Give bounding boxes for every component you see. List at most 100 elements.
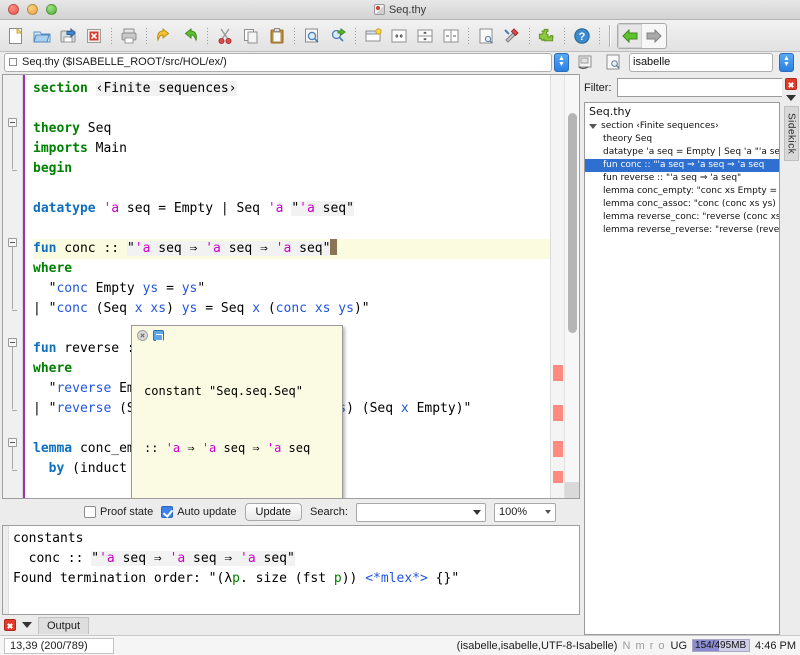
cut-icon[interactable] — [213, 24, 237, 48]
svg-text:?: ? — [579, 31, 586, 43]
buffer-status-icon — [9, 58, 17, 66]
chevron-down-icon[interactable] — [589, 124, 597, 129]
toolbar-separator — [564, 28, 565, 44]
search-input[interactable] — [356, 503, 486, 522]
help-icon[interactable]: ? — [570, 24, 594, 48]
auto-update-checkbox[interactable]: Auto update — [161, 506, 236, 518]
buffer-path-dropdown-arrow[interactable]: ▲▼ — [554, 53, 569, 72]
tree-item[interactable]: lemma conc_assoc: "conc (conc xs ys) z — [585, 198, 779, 211]
scrollbar-corner — [565, 482, 579, 498]
chevron-down-icon[interactable] — [473, 510, 481, 515]
tree-item[interactable]: lemma reverse_reverse: "reverse (revers — [585, 224, 779, 237]
paste-icon[interactable] — [265, 24, 289, 48]
find-icon[interactable] — [300, 24, 324, 48]
error-marker[interactable] — [553, 471, 563, 483]
text-caret — [330, 239, 337, 255]
tree-items[interactable]: section ‹Finite sequences›theory Seqdata… — [585, 120, 779, 237]
find-replace-icon[interactable] — [326, 24, 350, 48]
proof-state-label: Proof state — [100, 506, 153, 518]
scrollbar-thumb[interactable] — [568, 113, 577, 333]
save-icon[interactable] — [56, 24, 80, 48]
close-icon[interactable] — [785, 78, 797, 90]
zoom-select-value: 100% — [499, 506, 527, 518]
structure-tree[interactable]: Seq.thy section ‹Finite sequences›theory… — [584, 102, 780, 635]
editor-vertical-scrollbar[interactable] — [564, 75, 579, 498]
error-marker[interactable] — [553, 441, 563, 457]
proof-state-checkbox-box[interactable] — [84, 506, 96, 518]
auto-update-checkbox-box[interactable] — [161, 506, 173, 518]
status-bar: 13,39 (200/789) (isabelle,isabelle,UTF-8… — [0, 635, 800, 655]
code-line: conc :: "'a seq ⇒ 'a seq ⇒ 'a seq" — [13, 549, 579, 569]
proof-state-checkbox[interactable]: Proof state — [84, 506, 153, 518]
tree-item[interactable]: fun conc :: "'a seq ⇒ 'a seq ⇒ 'a seq — [585, 159, 779, 172]
close-icon[interactable] — [137, 330, 148, 341]
search-label: Search: — [310, 506, 348, 518]
error-marker[interactable] — [553, 405, 563, 421]
undo-icon[interactable] — [152, 24, 176, 48]
code-line — [33, 179, 550, 199]
error-marker[interactable] — [553, 365, 563, 381]
redo-icon[interactable] — [178, 24, 202, 48]
plugin-manager-icon[interactable] — [535, 24, 559, 48]
code-line: where — [33, 259, 550, 279]
print-icon[interactable] — [117, 24, 141, 48]
copy-icon[interactable] — [239, 24, 263, 48]
memory-text: 154/495MB — [695, 640, 746, 651]
tooltip-popup[interactable]: constant "Seq.seq.Seq" :: 'a ⇒ 'a seq ⇒ … — [131, 325, 343, 498]
window-title: Seq.thy — [0, 4, 800, 16]
code-line: "conc Empty ys = ys" — [33, 279, 550, 299]
fold-marker[interactable] — [8, 238, 18, 247]
caret-position: 13,39 (200/789) — [4, 638, 114, 654]
fold-marker[interactable] — [8, 118, 18, 127]
forward-arrow-icon[interactable] — [642, 24, 666, 48]
tab-output[interactable]: Output — [38, 617, 89, 634]
page-setup-icon[interactable] — [474, 24, 498, 48]
filter-input[interactable] — [617, 78, 800, 97]
back-arrow-icon[interactable] — [618, 24, 642, 48]
right-dock-strip: Sidekick — [782, 74, 800, 635]
close-icon[interactable] — [4, 619, 16, 631]
new-view-icon[interactable] — [361, 24, 385, 48]
options-icon[interactable] — [601, 50, 625, 74]
code-line: begin — [33, 159, 550, 179]
parser-select[interactable]: isabelle — [629, 53, 773, 72]
tree-item[interactable]: datatype 'a seq = Empty | Seq 'a "'a se — [585, 146, 779, 159]
text-area[interactable]: section ‹Finite sequences› theory Seqimp… — [23, 75, 550, 498]
tree-item[interactable]: fun reverse :: "'a seq ⇒ 'a seq" — [585, 172, 779, 185]
unsplit-icon[interactable] — [387, 24, 411, 48]
code-line: Found termination order: "(λp. size (fst… — [13, 569, 579, 589]
open-folder-icon[interactable] — [30, 24, 54, 48]
split-horizontal-icon[interactable] — [413, 24, 437, 48]
chevron-down-icon[interactable] — [22, 622, 32, 628]
main-body: section ‹Finite sequences› theory Seqimp… — [0, 74, 800, 635]
main-toolbar: ? — [0, 20, 800, 52]
buffer-path-combo[interactable]: Seq.thy ($ISABELLE_ROOT/src/HOL/ex/) — [4, 53, 552, 72]
editor-pane: section ‹Finite sequences› theory Seqimp… — [2, 74, 580, 499]
split-vertical-icon[interactable] — [439, 24, 463, 48]
zoom-select[interactable]: 100% — [494, 503, 556, 522]
chevron-down-icon[interactable] — [786, 95, 796, 101]
tree-item[interactable]: lemma conc_empty: "conc xs Empty = xs" — [585, 185, 779, 198]
detach-icon[interactable] — [153, 330, 164, 341]
tree-item-label: lemma reverse_reverse: "reverse (revers — [603, 224, 780, 237]
toolbar-separator — [111, 28, 112, 44]
output-pane[interactable]: constants conc :: "'a seq ⇒ 'a seq ⇒ 'a … — [2, 525, 580, 615]
memory-indicator[interactable]: 154/495MB — [692, 639, 750, 652]
buffer-path-text: Seq.thy ($ISABELLE_ROOT/src/HOL/ex/) — [22, 56, 227, 68]
fold-gutter[interactable] — [3, 75, 23, 498]
chevron-down-icon[interactable] — [545, 510, 551, 514]
parser-select-arrow[interactable]: ▲▼ — [779, 53, 794, 72]
tab-sidekick[interactable]: Sidekick — [784, 106, 799, 161]
status-flags[interactable]: N m r o — [622, 640, 665, 652]
preferences-icon[interactable] — [500, 24, 524, 48]
error-marker-strip[interactable] — [550, 75, 564, 498]
fold-marker[interactable] — [8, 338, 18, 347]
update-button[interactable]: Update — [245, 503, 302, 521]
new-file-icon[interactable] — [4, 24, 28, 48]
fold-marker[interactable] — [8, 438, 18, 447]
close-file-icon[interactable] — [82, 24, 106, 48]
tree-item[interactable]: lemma reverse_conc: "reverse (conc xs y — [585, 211, 779, 224]
parse-icon[interactable] — [573, 50, 597, 74]
tree-item[interactable]: section ‹Finite sequences› — [585, 120, 779, 133]
tree-item[interactable]: theory Seq — [585, 133, 779, 146]
